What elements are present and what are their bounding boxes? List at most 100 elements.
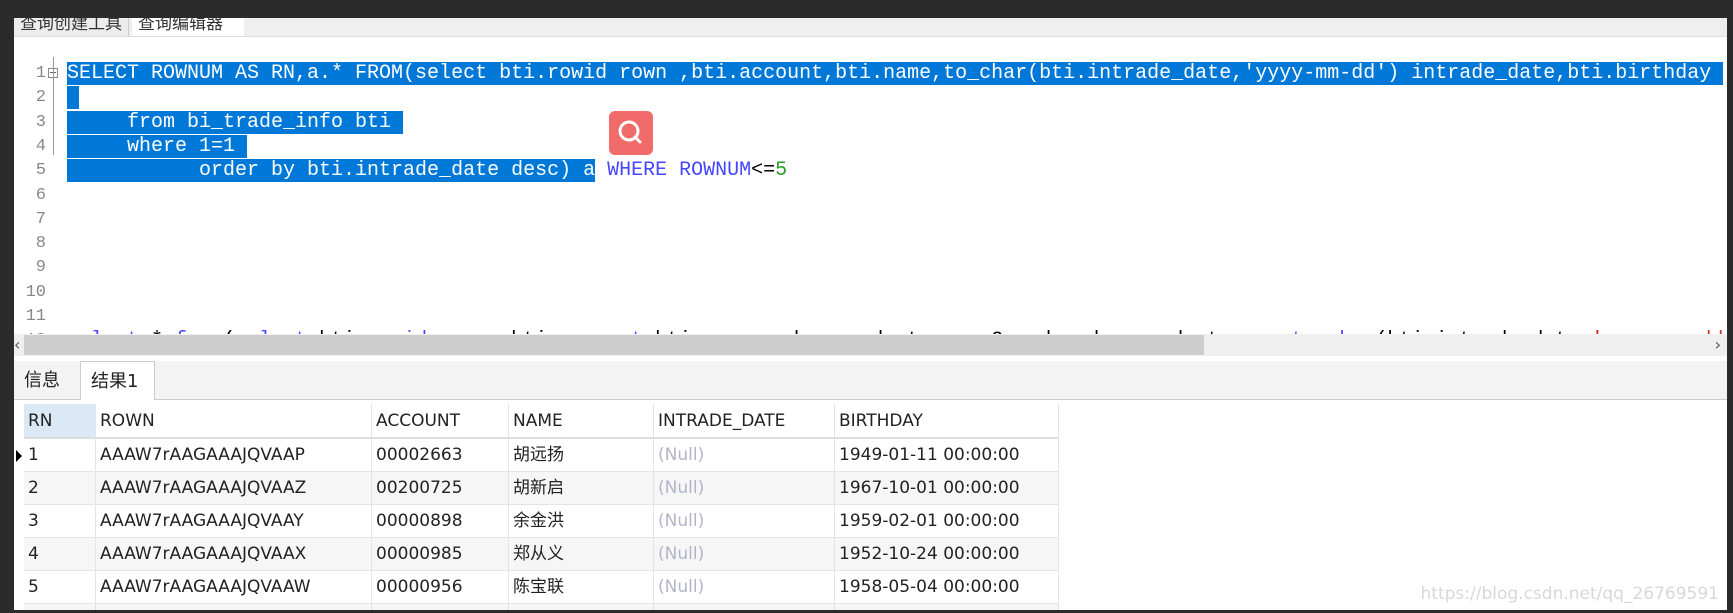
table-row[interactable]: 3 AAAW7rAAGAAAJQVAAY 00000898 余金洪 (Null) 1959… [24, 505, 1059, 538]
editor-line[interactable]: 4 where 1=1 [14, 134, 1727, 159]
cell-account[interactable]: 00000956 [372, 571, 509, 604]
sql-editor[interactable]: 12select * from(select bti.rowid rown ,b… [14, 38, 1727, 352]
cell-name[interactable]: 陈宝联 [509, 571, 654, 604]
cell-rn[interactable]: 2 [24, 472, 96, 505]
cell-rown[interactable]: AAAW7rAAGAAAJQVAAZ [96, 472, 372, 505]
current-row-indicator-icon [16, 450, 22, 462]
table-row[interactable]: 4 AAAW7rAAGAAAJQVAAX 00000985 郑从义 (Null) 1952… [24, 538, 1059, 571]
cell-intrade-date[interactable]: (Null) [654, 505, 835, 538]
cell-rn[interactable]: 3 [24, 505, 96, 538]
cell-birthday[interactable]: 1967-10-01 00:00:00 [835, 472, 1059, 505]
editor-line[interactable]: 1 SELECT ROWNUM AS RN,a.* FROM(select bti… [14, 62, 1727, 86]
scroll-left-icon[interactable]: ‹ [14, 334, 20, 356]
line-number: 2 [35, 88, 46, 108]
cell-name[interactable]: 郑从义 [509, 538, 654, 571]
fold-guide [53, 57, 54, 155]
table-row[interactable]: 1 AAAW7rAAGAAAJQVAAP 00002663 胡远扬 (Null) 1949… [16, 439, 1059, 472]
cell-empty[interactable] [24, 604, 96, 610]
cell-name[interactable]: 胡远扬 [509, 439, 654, 472]
column-header-account[interactable]: ACCOUNT [372, 404, 509, 439]
table-row-partial[interactable] [24, 604, 1059, 610]
cell-empty[interactable] [654, 604, 835, 610]
sql-keyword: WHERE [607, 159, 668, 183]
column-header-intrade-date[interactable]: INTRADE_DATE [654, 404, 835, 439]
line-number: 7 [35, 209, 46, 229]
table-row[interactable]: 2 AAAW7rAAGAAAJQVAAZ 00200725 胡新启 (Null) 1967… [24, 472, 1059, 505]
cell-name[interactable]: 胡新启 [509, 472, 654, 505]
cell-birthday[interactable]: 1959-02-01 00:00:00 [835, 505, 1059, 538]
line-number: 3 [35, 112, 46, 132]
cell-rown[interactable]: AAAW7rAAGAAAJQVAAW [96, 571, 372, 604]
table-row[interactable]: 5 AAAW7rAAGAAAJQVAAW 00000956 陈宝联 (Null) 1958… [24, 571, 1059, 604]
search-icon [618, 120, 642, 144]
tab-query-editor[interactable]: 查询编辑器 [132, 18, 244, 36]
result-tab-bar: 信息 结果1 [14, 361, 1727, 400]
cell-rn[interactable]: 4 [24, 538, 96, 571]
cell-rown[interactable]: AAAW7rAAGAAAJQVAAP [96, 439, 372, 472]
query-editor-window: 查询创建工具 查询编辑器 12select * from(select bti.… [14, 18, 1727, 610]
tab-query-builder[interactable]: 查询创建工具 [14, 18, 129, 36]
scrollbar-thumb[interactable] [24, 335, 1204, 355]
cell-empty[interactable] [372, 604, 509, 610]
editor-line[interactable]: 8 [14, 232, 1727, 256]
search-button[interactable] [609, 111, 653, 155]
column-header-birthday[interactable]: BIRTHDAY [835, 404, 1059, 439]
editor-line[interactable]: 11 [14, 305, 1727, 329]
cell-empty[interactable] [509, 604, 654, 610]
cell-birthday[interactable]: 1949-01-11 00:00:00 [835, 439, 1059, 472]
cell-intrade-date[interactable]: (Null) [654, 439, 835, 472]
table-header-row[interactable]: RN ROWN ACCOUNT NAME INTRADE_DATE BIRTHDAY [24, 404, 1059, 439]
cell-empty[interactable] [96, 604, 372, 610]
cell-intrade-date[interactable]: (Null) [654, 571, 835, 604]
line-number: 10 [25, 282, 46, 302]
editor-line[interactable]: 6 [14, 184, 1727, 208]
editor-line[interactable]: 10 [14, 281, 1727, 305]
line-number: 4 [35, 136, 46, 156]
cell-intrade-date[interactable]: (Null) [654, 472, 835, 505]
cell-account[interactable]: 00002663 [372, 439, 509, 472]
editor-line[interactable]: 9 [14, 256, 1727, 280]
top-tab-bar: 查询创建工具 查询编辑器 [14, 18, 1727, 37]
sql-number: 5 [775, 159, 788, 183]
cell-intrade-date[interactable]: (Null) [654, 538, 835, 571]
editor-line[interactable]: 2 [14, 86, 1727, 110]
column-header-name[interactable]: NAME [509, 404, 654, 439]
line-number: 11 [25, 307, 46, 326]
editor-horizontal-scrollbar[interactable]: ‹ › [14, 334, 1727, 356]
tab-result-1[interactable]: 结果1 [80, 361, 155, 400]
editor-line[interactable]: 5 order by bti.intrade_date desc) a WHER… [14, 159, 1727, 183]
cell-birthday[interactable]: 1952-10-24 00:00:00 [835, 538, 1059, 571]
selected-text: SELECT ROWNUM AS RN,a.* FROM(select bti.… [67, 62, 1724, 85]
cell-rn[interactable]: 1 [24, 439, 96, 472]
cell-rown[interactable]: AAAW7rAAGAAAJQVAAY [96, 505, 372, 538]
code-text [67, 86, 80, 110]
line-number: 1 [35, 64, 46, 83]
column-header-rn[interactable]: RN [24, 404, 96, 439]
cell-account[interactable]: 00000985 [372, 538, 509, 571]
editor-line[interactable]: 3 from bi_trade_info bti [14, 110, 1727, 135]
code-text: SELECT ROWNUM AS RN,a.* FROM(select bti.… [67, 62, 1724, 86]
selected-text: from bi_trade_info bti [67, 110, 404, 134]
cell-name[interactable]: 余金洪 [509, 505, 654, 538]
tab-info[interactable]: 信息 [14, 361, 80, 399]
line-number: 8 [35, 234, 46, 254]
selected-text: order by bti.intrade_date desc) a [67, 159, 596, 183]
cell-rown[interactable]: AAAW7rAAGAAAJQVAAX [96, 538, 372, 571]
cell-account[interactable]: 00000898 [372, 505, 509, 538]
scroll-right-icon[interactable]: › [1715, 334, 1721, 356]
cell-empty[interactable] [835, 604, 1059, 610]
code-text: order by bti.intrade_date desc) a WHERE … [67, 159, 787, 183]
cell-birthday[interactable]: 1958-05-04 00:00:00 [835, 571, 1059, 604]
cell-rn[interactable]: 5 [24, 571, 96, 604]
column-header-rown[interactable]: ROWN [96, 404, 372, 439]
line-number: 9 [35, 258, 46, 278]
line-number: 5 [35, 161, 46, 181]
watermark: https://blog.csdn.net/qq_26769591 [1420, 584, 1719, 604]
cell-account[interactable]: 00200725 [372, 472, 509, 505]
editor-line[interactable]: 7 [14, 208, 1727, 232]
sql-keyword: ROWNUM [679, 159, 752, 183]
selected-text [67, 86, 80, 110]
code-text: from bi_trade_info bti [67, 110, 404, 135]
